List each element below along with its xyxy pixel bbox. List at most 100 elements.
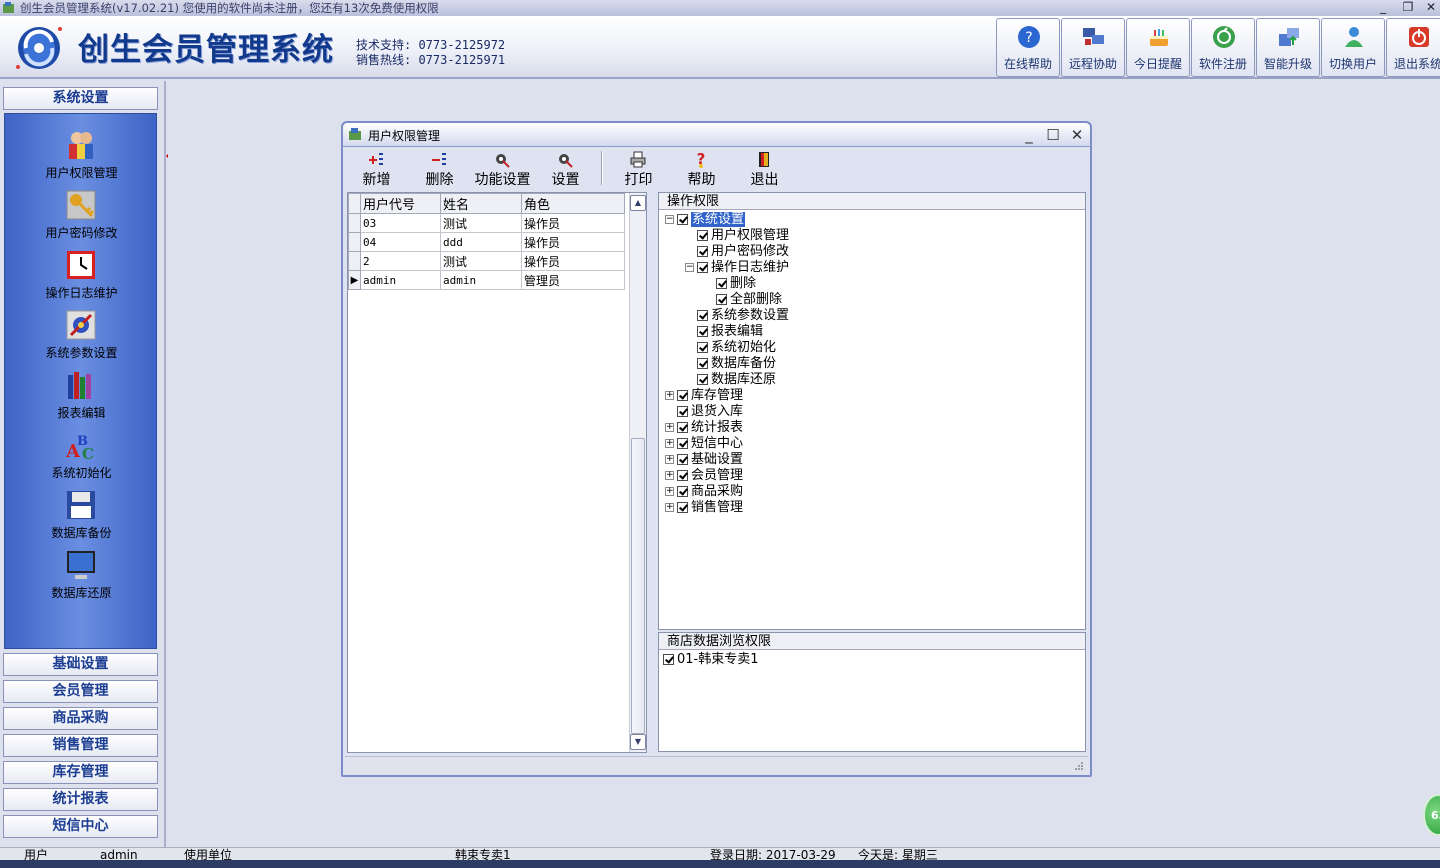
expand-icon[interactable]: + (665, 391, 674, 400)
permission-tree-item[interactable]: + 短信中心 (665, 436, 743, 452)
collapse-icon[interactable]: − (665, 215, 674, 224)
delete-button[interactable]: 删除 (408, 148, 471, 188)
sidebar-section-system-settings[interactable]: 系统设置 (3, 87, 158, 110)
checkbox-checked-icon[interactable] (677, 214, 688, 225)
checkbox-checked-icon[interactable] (697, 326, 708, 337)
permission-tree-item[interactable]: 数据库备份 (685, 356, 776, 372)
scroll-up-icon[interactable]: ▲ (630, 195, 646, 211)
dialog-titlebar[interactable]: 用户权限管理 _ ☐ ✕ (343, 123, 1090, 147)
minimize-icon[interactable]: _ (1372, 0, 1394, 16)
checkbox-checked-icon[interactable] (716, 278, 727, 289)
cell-role[interactable]: 操作员 (521, 232, 625, 252)
function-settings-button[interactable]: 功能设置 (471, 148, 534, 188)
cell-role[interactable]: 管理员 (521, 270, 625, 290)
dialog-minimize-icon[interactable]: _ (1019, 126, 1039, 144)
cell-name[interactable]: 测试 (440, 213, 522, 233)
exit-button[interactable]: 退出 (733, 148, 796, 188)
cell-user-code[interactable]: 03 (360, 213, 441, 233)
exit-system-button[interactable]: 退出系统 (1386, 18, 1440, 77)
permission-tree-item[interactable]: 用户权限管理 (685, 228, 789, 244)
column-header-name[interactable]: 姓名 (440, 193, 522, 214)
settings-button[interactable]: 设置 (534, 148, 597, 188)
sidebar-section-purchasing[interactable]: 商品采购 (3, 707, 158, 730)
checkbox-checked-icon[interactable] (677, 486, 688, 497)
sidebar-item-report-edit[interactable]: 报表编辑 (5, 369, 158, 425)
row-indicator[interactable] (348, 213, 361, 233)
scroll-thumb[interactable] (631, 438, 645, 734)
checkbox-checked-icon[interactable] (697, 310, 708, 321)
sidebar-item-operation-log[interactable]: 操作日志维护 (5, 249, 158, 305)
expand-icon[interactable]: + (665, 487, 674, 496)
sidebar-section-reports[interactable]: 统计报表 (3, 788, 158, 811)
shop-permission-item[interactable]: 01-韩束专卖1 (663, 652, 759, 668)
expand-icon[interactable]: + (665, 503, 674, 512)
permission-tree-item[interactable]: + 销售管理 (665, 500, 743, 516)
permission-tree-item[interactable]: + 商品采购 (665, 484, 743, 500)
column-header-role[interactable]: 角色 (521, 193, 625, 214)
permission-tree-item[interactable]: − 系统设置 (665, 212, 746, 228)
sidebar-item-user-permissions[interactable]: 用户权限管理 (5, 129, 158, 185)
checkbox-checked-icon[interactable] (677, 438, 688, 449)
checkbox-checked-icon[interactable] (677, 422, 688, 433)
sidebar-section-sales[interactable]: 销售管理 (3, 734, 158, 757)
sidebar-section-sms[interactable]: 短信中心 (3, 815, 158, 838)
expand-icon[interactable]: + (665, 439, 674, 448)
checkbox-checked-icon[interactable] (716, 294, 727, 305)
sidebar-item-password-change[interactable]: 用户密码修改 (5, 189, 158, 245)
permission-tree-item[interactable]: + 统计报表 (665, 420, 743, 436)
checkbox-checked-icon[interactable] (697, 246, 708, 257)
sidebar-section-inventory[interactable]: 库存管理 (3, 761, 158, 784)
permission-tree-item[interactable]: 退货入库 (665, 404, 743, 420)
close-icon[interactable]: ✕ (1420, 0, 1440, 16)
table-row[interactable]: 03 测试 操作员 (348, 213, 625, 233)
checkbox-checked-icon[interactable] (663, 654, 674, 665)
scroll-down-icon[interactable]: ▼ (630, 734, 646, 750)
checkbox-checked-icon[interactable] (677, 406, 688, 417)
row-indicator[interactable] (348, 232, 361, 252)
permission-tree-item[interactable]: 用户密码修改 (685, 244, 789, 260)
sidebar-item-db-backup[interactable]: 数据库备份 (5, 489, 158, 545)
cell-name[interactable]: 测试 (440, 251, 522, 271)
row-indicator[interactable] (348, 251, 361, 271)
permission-tree-item[interactable]: + 会员管理 (665, 468, 743, 484)
cell-name[interactable]: ddd (440, 232, 522, 252)
checkbox-checked-icon[interactable] (697, 342, 708, 353)
sidebar-item-db-restore[interactable]: 数据库还原 (5, 549, 158, 605)
table-row[interactable]: ▶ admin admin 管理员 (348, 270, 625, 290)
permission-tree-item[interactable]: 数据库还原 (685, 372, 776, 388)
current-row-indicator-icon[interactable]: ▶ (348, 270, 361, 290)
column-header-user-code[interactable]: 用户代号 (360, 193, 441, 214)
checkbox-checked-icon[interactable] (677, 502, 688, 513)
print-button[interactable]: 打印 (607, 148, 670, 188)
sidebar-item-system-params[interactable]: 系统参数设置 (5, 309, 158, 365)
table-row[interactable]: 2 测试 操作员 (348, 251, 625, 271)
checkbox-checked-icon[interactable] (697, 230, 708, 241)
expand-icon[interactable]: + (665, 471, 674, 480)
dialog-close-icon[interactable]: ✕ (1067, 126, 1087, 144)
expand-icon[interactable]: + (665, 455, 674, 464)
permission-tree-item[interactable]: 删除 (704, 276, 756, 292)
remote-assist-button[interactable]: 远程协助 (1061, 18, 1125, 77)
today-reminder-button[interactable]: 今日提醒 (1126, 18, 1190, 77)
checkbox-checked-icon[interactable] (677, 470, 688, 481)
checkbox-checked-icon[interactable] (697, 358, 708, 369)
table-row[interactable]: 04 ddd 操作员 (348, 232, 625, 252)
sidebar-item-system-init[interactable]: ABC 系统初始化 (5, 429, 158, 485)
permission-tree-item[interactable]: + 库存管理 (665, 388, 743, 404)
dialog-maximize-icon[interactable]: ☐ (1043, 126, 1063, 144)
resize-grip-icon[interactable] (1074, 761, 1084, 771)
software-register-button[interactable]: 软件注册 (1191, 18, 1255, 77)
expand-icon[interactable]: + (665, 423, 674, 432)
help-button[interactable]: ? 帮助 (670, 148, 733, 188)
cell-user-code[interactable]: admin (360, 270, 441, 290)
collapse-icon[interactable]: − (685, 263, 694, 272)
checkbox-checked-icon[interactable] (697, 374, 708, 385)
permission-tree-item[interactable]: 系统初始化 (685, 340, 776, 356)
permission-tree-item[interactable]: 报表编辑 (685, 324, 763, 340)
permission-tree-item[interactable]: 全部删除 (704, 292, 782, 308)
checkbox-checked-icon[interactable] (677, 454, 688, 465)
cell-user-code[interactable]: 04 (360, 232, 441, 252)
sidebar-section-member-management[interactable]: 会员管理 (3, 680, 158, 703)
add-button[interactable]: 新增 (345, 148, 408, 188)
cell-user-code[interactable]: 2 (360, 251, 441, 271)
